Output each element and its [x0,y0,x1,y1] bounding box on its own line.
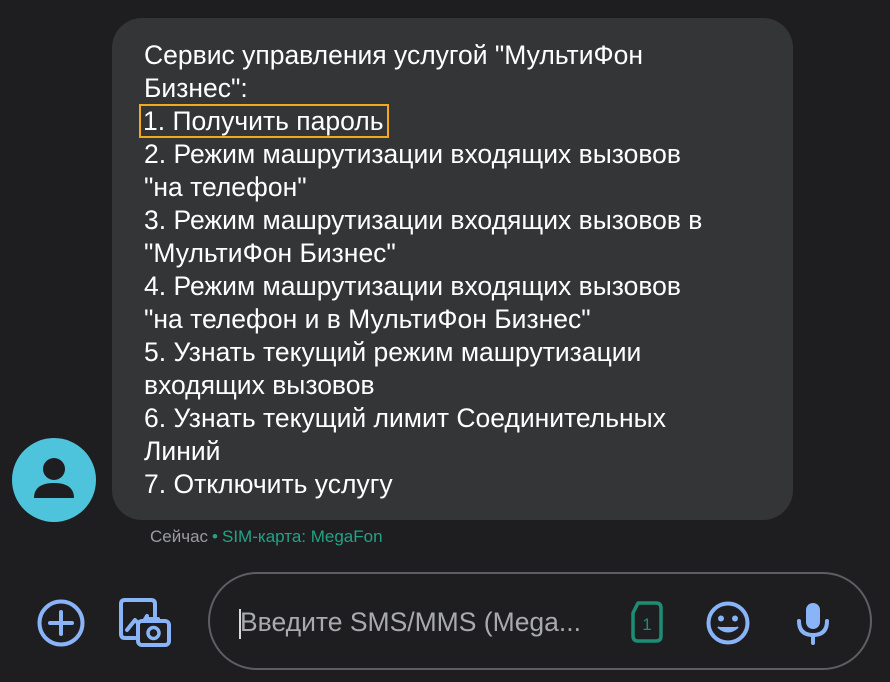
voice-input-button[interactable] [791,600,835,646]
highlighted-option: 1. Получить пароль [139,104,389,138]
message-time: Сейчас [150,527,209,546]
sim-label: SIM-карта: MegaFon [222,527,383,546]
meta-separator: • [212,527,218,546]
message-bubble[interactable]: Сервис управления услугой "МультиФон Биз… [112,18,793,520]
message-line: "МультиФон Бизнес" [144,238,396,268]
message-line: Сервис управления услугой "МультиФон [144,40,644,70]
plus-circle-icon [37,599,85,647]
sim-slot-number: 1 [642,615,651,634]
person-icon [34,458,74,498]
messages-screen: Сервис управления услугой "МультиФон Биз… [0,0,890,682]
message-line: 2. Режим машрутизации входящих вызовов [144,139,681,169]
message-line: "на телефон и в МультиФон Бизнес" [144,304,591,334]
emoji-icon [706,601,750,645]
message-line: 7. Отключить услугу [144,469,393,499]
message-line: Бизнес": [144,73,248,103]
gallery-button[interactable] [117,594,173,650]
sim-card-icon: 1 [631,601,663,643]
message-line: 5. Узнать текущий режим машрутизации [144,337,642,367]
add-attachment-button[interactable] [33,595,89,651]
sender-avatar[interactable] [12,438,96,522]
message-line: входящих вызовов [144,370,375,400]
message-line: 3. Режим машрутизации входящих вызовов в [144,205,703,235]
message-meta: Сейчас • SIM-карта: MegaFon [150,527,383,547]
message-line: 4. Режим машрутизации входящих вызовов [144,271,681,301]
gallery-camera-icon [119,598,171,647]
emoji-button[interactable] [705,600,751,646]
sim-selector-button[interactable]: 1 [628,600,668,644]
message-composer[interactable]: 1 [208,572,872,670]
message-input[interactable] [240,604,620,640]
message-line: Линий [144,436,221,466]
microphone-icon [797,603,829,645]
message-line: "на телефон" [144,172,307,202]
message-line: 6. Узнать текущий лимит Соединительных [144,403,666,433]
